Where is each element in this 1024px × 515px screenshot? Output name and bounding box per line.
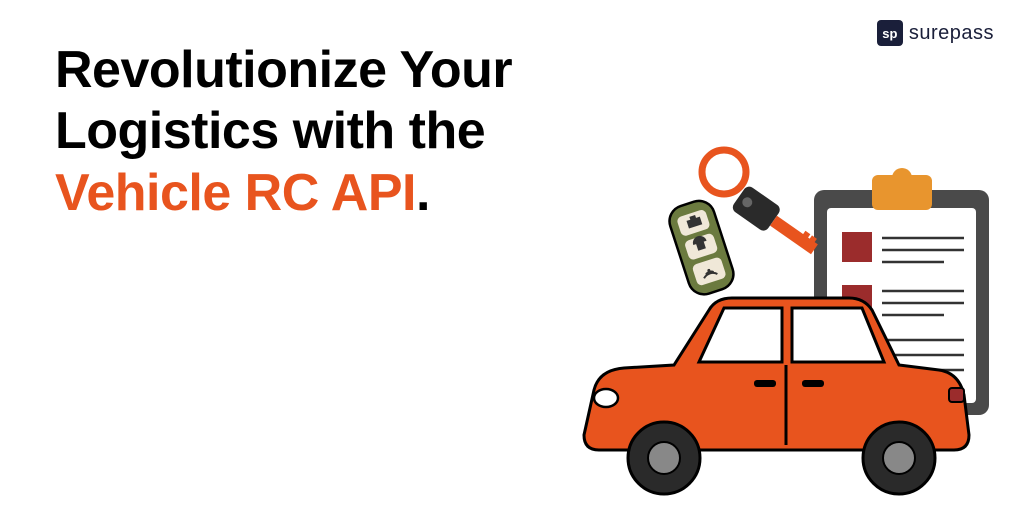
headline-text: Revolutionize Your Logistics with the Ve… — [55, 40, 512, 224]
headline-period: . — [416, 164, 430, 222]
headline-line1: Revolutionize Your — [55, 41, 512, 99]
brand-icon: sp — [877, 20, 903, 46]
headline-highlight: Vehicle RC API — [55, 164, 416, 222]
vehicle-illustration — [544, 130, 1004, 510]
brand-logo: sp surepass — [877, 20, 994, 46]
brand-icon-text: sp — [882, 26, 897, 41]
headline: Revolutionize Your Logistics with the Ve… — [55, 40, 512, 224]
headline-line2: Logistics with the — [55, 102, 485, 160]
brand-name: surepass — [909, 22, 994, 45]
car-keys-icon — [665, 150, 823, 298]
